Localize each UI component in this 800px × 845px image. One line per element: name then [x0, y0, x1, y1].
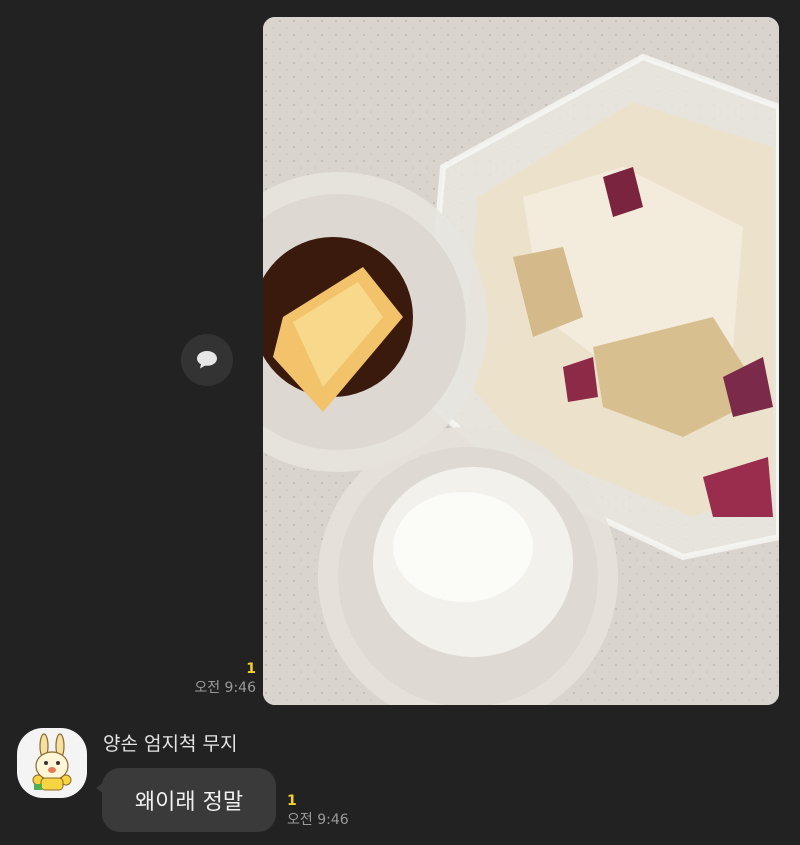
speech-bubble-icon: [197, 351, 217, 369]
unread-count: 1: [246, 661, 256, 677]
photo-message[interactable]: [263, 17, 779, 705]
dessert-photo: [263, 17, 779, 705]
unread-count: 1: [287, 793, 297, 809]
message-time: 오전 9:46: [194, 680, 256, 696]
message-text: 왜이래 정말: [134, 790, 244, 815]
rabbit-character-avatar-icon: [32, 733, 72, 791]
message-bubble[interactable]: 왜이래 정말: [96, 768, 276, 832]
received-message-meta: 1 오전 9:46: [287, 792, 349, 830]
sender-name: 양손 엄지척 무지: [103, 733, 238, 755]
message-time: 오전 9:46: [287, 812, 349, 828]
share-button[interactable]: [181, 334, 233, 386]
sender-avatar[interactable]: [17, 728, 87, 798]
sent-message-meta: 1 오전 9:46: [170, 660, 256, 698]
